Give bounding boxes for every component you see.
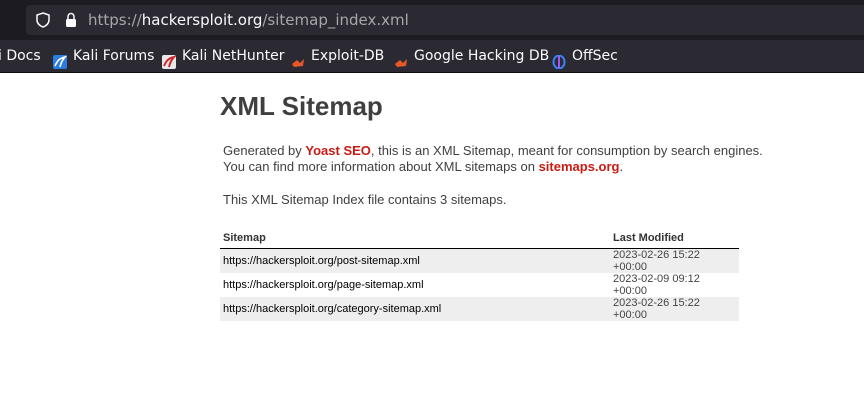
bookmark-kali-forums[interactable]: Kali Forums — [53, 40, 154, 72]
sitemap-table: Sitemap Last Modified https://hackersplo… — [220, 228, 739, 321]
desc-text: You can find more information about XML … — [223, 159, 539, 174]
bookmark-label: Kali Forums — [73, 48, 155, 64]
nethunter-icon — [162, 49, 178, 69]
bookmark-offsec[interactable]: OffSec — [552, 40, 618, 72]
page-title: XML Sitemap — [220, 91, 383, 121]
bookmark-google-hacking-db[interactable]: Google Hacking DB — [394, 40, 549, 72]
exploit-db-icon — [394, 49, 408, 67]
bookmark-label: Exploit-DB — [311, 48, 385, 64]
shield-icon[interactable] — [35, 5, 51, 35]
lock-icon[interactable] — [63, 5, 79, 35]
table-header-row: Sitemap Last Modified — [220, 228, 739, 249]
table-row: https://hackersploit.org/page-sitemap.xm… — [220, 273, 739, 297]
sitemap-url-link[interactable]: https://hackersploit.org/page-sitemap.xm… — [220, 273, 610, 297]
bookmark-label: Kali NetHunter — [182, 48, 285, 64]
browser-toolbar: https://hackersploit.org/sitemap_index.x… — [0, 0, 864, 40]
column-header-last-modified: Last Modified — [610, 228, 739, 249]
bookmark-label: OffSec — [572, 48, 618, 64]
sitemap-url-link[interactable]: https://hackersploit.org/category-sitema… — [220, 297, 610, 321]
url-path: /sitemap_index.xml — [262, 11, 409, 29]
bookmark-kali-nethunter[interactable]: Kali NetHunter — [162, 40, 284, 72]
sitemap-count-text: This XML Sitemap Index file contains 3 s… — [223, 192, 507, 207]
table-row: https://hackersploit.org/post-sitemap.xm… — [220, 248, 739, 273]
desc-text: . — [619, 159, 624, 174]
offsec-icon — [552, 49, 566, 70]
bookmark-exploit-db[interactable]: Exploit-DB — [291, 40, 384, 72]
bookmark-label: i Docs — [0, 48, 41, 64]
column-header-sitemap: Sitemap — [220, 228, 610, 249]
last-modified-cell: 2023-02-09 09:12 +00:00 — [613, 273, 700, 297]
url-host: hackersploit.org — [141, 11, 263, 29]
bookmark-label: Google Hacking DB — [414, 48, 550, 64]
sitemap-url-link[interactable]: https://hackersploit.org/post-sitemap.xm… — [220, 248, 610, 273]
last-modified-cell: 2023-02-26 15:22 +00:00 — [610, 297, 739, 321]
exploit-db-icon — [291, 49, 305, 67]
last-modified-cell: 2023-02-26 15:22 +00:00 — [610, 248, 739, 273]
yoast-seo-link[interactable]: Yoast SEO — [305, 143, 371, 158]
bookmark-kali-docs[interactable]: i Docs — [0, 40, 41, 72]
sitemap-description: Generated by Yoast SEO, this is an XML S… — [223, 143, 793, 175]
bookmarks-toolbar: i Docs Kali Forums Kali NetHunter Exploi… — [0, 40, 864, 73]
desc-text: Generated by — [223, 143, 306, 158]
url-text[interactable]: https://hackersploit.org/sitemap_index.x… — [88, 5, 409, 35]
table-row: https://hackersploit.org/category-sitema… — [220, 297, 739, 321]
url-bar[interactable]: https://hackersploit.org/sitemap_index.x… — [26, 5, 864, 35]
url-scheme: https:// — [88, 11, 142, 29]
desc-text: , this is an XML Sitemap, meant for cons… — [370, 143, 763, 158]
sitemaps-org-link[interactable]: sitemaps.org — [539, 159, 620, 174]
kali-icon — [53, 49, 68, 69]
